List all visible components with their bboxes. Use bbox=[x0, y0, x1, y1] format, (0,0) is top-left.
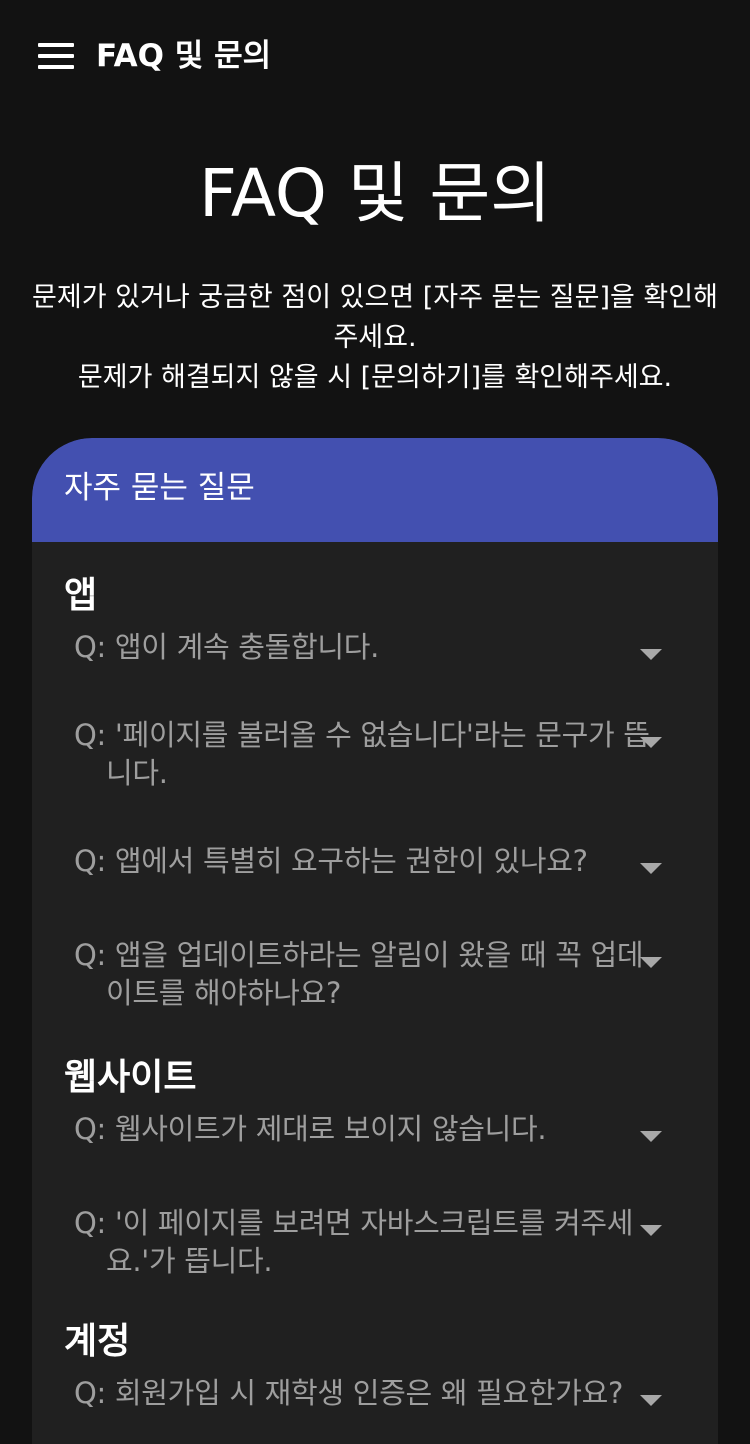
section-title-app: 앱 bbox=[64, 575, 98, 616]
faq-question: Q: 앱에서 특별히 요구하는 권한이 있나요? bbox=[74, 844, 588, 878]
top-app-bar: FAQ 및 문의 bbox=[0, 0, 750, 110]
chevron-down-icon[interactable] bbox=[640, 737, 662, 748]
page-title: FAQ 및 문의 bbox=[199, 155, 551, 232]
faq-question: Q: '페이지를 불러올 수 없습니다'라는 문구가 뜹니다. bbox=[74, 718, 650, 790]
faq-item[interactable]: Q: '페이지를 불러올 수 없습니다'라는 문구가 뜹니다. bbox=[32, 710, 718, 836]
faq-body: 앱 Q: 앱이 계속 충돌합니다. Q: '페이지를 불러올 수 없습니다'라는… bbox=[32, 542, 718, 1444]
faq-item[interactable]: Q: '이 페이지를 보려면 자바스크립트를 켜주세요.'가 뜹니다. bbox=[32, 1198, 718, 1316]
faq-question: Q: 앱을 업데이트하라는 알림이 왔을 때 꼭 업데이트를 해야하나요? bbox=[74, 938, 644, 1010]
chevron-down-icon[interactable] bbox=[640, 1131, 662, 1142]
faq-card: 자주 묻는 질문 앱 Q: 앱이 계속 충돌합니다. Q: '페이지를 불러올 … bbox=[32, 438, 718, 1444]
section-title-website: 웹사이트 bbox=[64, 1057, 197, 1098]
faq-item[interactable]: Q: 앱에서 특별히 요구하는 권한이 있나요? bbox=[32, 836, 718, 930]
hamburger-menu-icon[interactable] bbox=[30, 36, 82, 76]
intro-line-1: 문제가 있거나 궁금한 점이 있으면 [자주 묻는 질문]을 확인해주세요. bbox=[32, 282, 718, 353]
faq-item[interactable]: Q: 앱을 업데이트하라는 알림이 왔을 때 꼭 업데이트를 해야하나요? bbox=[32, 930, 718, 1052]
intro-text: 문제가 있거나 궁금한 점이 있으면 [자주 묻는 질문]을 확인해주세요. 문… bbox=[20, 278, 730, 398]
app-bar-title: FAQ 및 문의 bbox=[96, 38, 272, 74]
chevron-down-icon[interactable] bbox=[640, 1225, 662, 1236]
faq-question: Q: '이 페이지를 보려면 자바스크립트를 켜주세요.'가 뜹니다. bbox=[74, 1206, 634, 1278]
chevron-down-icon[interactable] bbox=[640, 957, 662, 968]
chevron-down-icon[interactable] bbox=[640, 1395, 662, 1406]
faq-item[interactable]: Q: 웹사이트가 제대로 보이지 않습니다. bbox=[32, 1104, 718, 1198]
chevron-down-icon[interactable] bbox=[640, 863, 662, 874]
intro-line-2: 문제가 해결되지 않을 시 [문의하기]를 확인해주세요. bbox=[77, 362, 673, 393]
chevron-down-icon[interactable] bbox=[640, 649, 662, 660]
faq-item[interactable]: Q: 회원가입 시 재학생 인증은 왜 필요한가요? bbox=[32, 1368, 718, 1444]
faq-header-title: 자주 묻는 질문 bbox=[64, 470, 255, 506]
faq-item[interactable]: Q: 앱이 계속 충돌합니다. bbox=[32, 622, 718, 710]
faq-question: Q: 회원가입 시 재학생 인증은 왜 필요한가요? bbox=[74, 1376, 624, 1410]
section-title-account: 계정 bbox=[64, 1321, 131, 1362]
faq-question: Q: 웹사이트가 제대로 보이지 않습니다. bbox=[74, 1112, 547, 1146]
faq-header: 자주 묻는 질문 bbox=[32, 438, 718, 542]
faq-question: Q: 앱이 계속 충돌합니다. bbox=[74, 630, 380, 664]
